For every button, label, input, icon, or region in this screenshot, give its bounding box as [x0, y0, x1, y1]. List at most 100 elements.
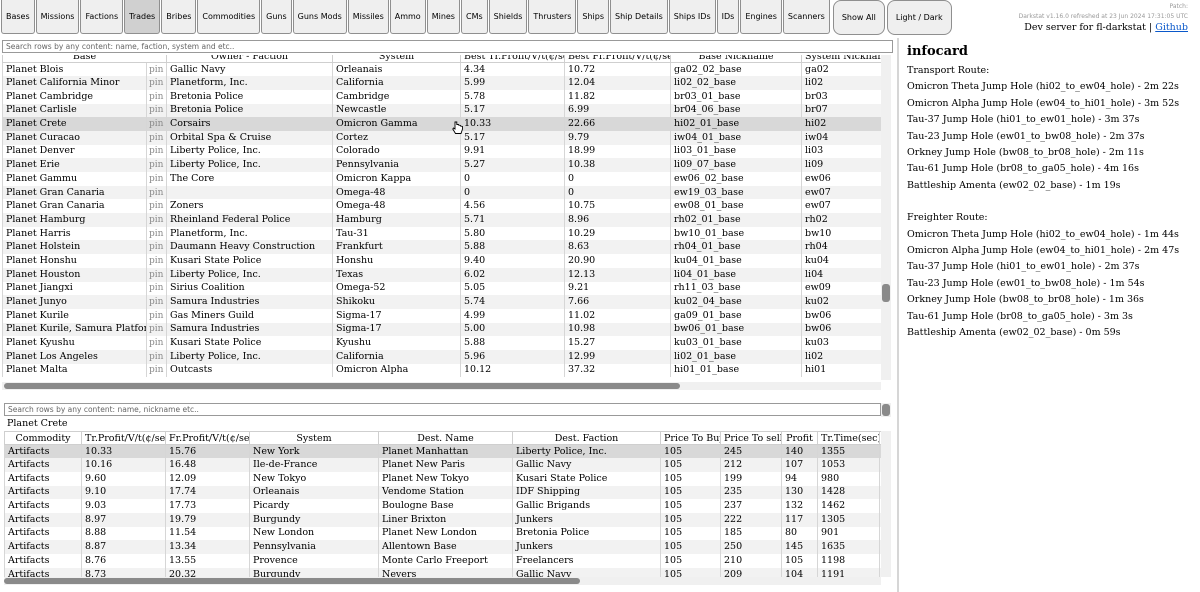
base-row[interactable]: Planet Jiangxi pin Sirius Coalition Omega-5… — [2, 281, 881, 296]
trade-row[interactable]: Artifacts 10.33 15.76 New York Planet Manhat… — [4, 444, 881, 459]
pin-button[interactable]: pin — [146, 281, 167, 296]
base-row[interactable]: Planet California Minor pin Planetform, In… — [2, 76, 881, 90]
base-row[interactable]: Planet Kurile, Samura Platform pin Samura … — [2, 322, 881, 337]
base-row[interactable]: Planet Junyo pin Samura Industries Shikoku 5… — [2, 295, 881, 309]
bases-col-header[interactable]: Best Fr.Profit/V/t(¢/sec) — [564, 55, 671, 63]
nav-button-scanners[interactable]: Scanners — [782, 0, 830, 34]
bases-horizontal-scrollbar[interactable] — [2, 382, 881, 390]
pin-button[interactable]: pin — [146, 199, 167, 214]
trades-col-header[interactable]: Dest. Faction — [512, 431, 661, 445]
trades-col-header[interactable]: Tr.Time(sec). — [817, 431, 880, 445]
pin-button[interactable]: pin — [146, 308, 167, 323]
base-row[interactable]: Planet Kurile pin Gas Miners Guild Sigma-17… — [2, 308, 881, 323]
nav-button-ships[interactable]: Ships — [577, 0, 610, 34]
pin-button[interactable]: pin — [146, 213, 167, 227]
trade-row[interactable]: Artifacts 9.10 17.74 Orleanais Vendome Stati… — [4, 485, 881, 500]
nav-button-shields[interactable]: Shields — [488, 0, 528, 34]
nav-button-commodities[interactable]: Commodities — [197, 0, 261, 34]
base-row[interactable]: Planet Cambridge pin Bretonia Police Cambri… — [2, 89, 881, 104]
pin-button[interactable]: pin — [146, 226, 167, 241]
base-row[interactable]: Planet Gran Canaria pin Omega-48 0 0 ew19_03_… — [2, 185, 881, 200]
nav-button-missiles[interactable]: Missiles — [347, 0, 389, 34]
trades-col-header[interactable]: Commodity — [4, 431, 82, 445]
bases-col-header[interactable]: System Nickname — [801, 55, 881, 63]
trade-row[interactable]: Artifacts 10.16 16.48 Ile-de-France Planet N… — [4, 458, 881, 472]
base-row[interactable]: Planet Gran Canaria pin Zoners Omega-48 4.56… — [2, 199, 881, 214]
trade-row[interactable]: Artifacts 8.76 13.55 Provence Monte Carlo Fr… — [4, 554, 881, 568]
pin-button[interactable]: pin — [146, 130, 167, 145]
trade-row[interactable]: Artifacts 8.73 20.32 Burgundy Nevers Gallic N… — [4, 567, 881, 577]
trades-vertical-scrollbar[interactable] — [881, 431, 891, 577]
pin-button[interactable]: pin — [146, 240, 167, 255]
pin-button[interactable]: pin — [146, 89, 167, 104]
trade-row[interactable]: Artifacts 8.97 19.79 Burgundy Liner Brixton J… — [4, 512, 881, 527]
trades-search-input[interactable] — [4, 403, 881, 416]
pin-button[interactable]: pin — [146, 76, 167, 90]
pin-button[interactable]: pin — [146, 363, 167, 378]
bases-hscroll-thumb[interactable] — [4, 383, 680, 389]
pin-button[interactable]: pin — [146, 322, 167, 337]
nav-button-missions[interactable]: Missions — [35, 0, 80, 34]
pin-button[interactable]: pin — [146, 62, 167, 77]
base-row[interactable]: Planet Carlisle pin Bretonia Police Newcast… — [2, 103, 881, 118]
base-row[interactable]: Planet Blois pin Gallic Navy Orleanais 4.34 1… — [2, 62, 881, 77]
trades-col-header[interactable]: Fr.Profit/V/t(¢/sec) — [165, 431, 250, 445]
base-row[interactable]: Planet Kyushu pin Kusari State Police Kyush… — [2, 336, 881, 350]
bases-col-header[interactable]: System — [332, 55, 461, 63]
trade-row[interactable]: Artifacts 9.60 12.09 New Tokyo Planet New To… — [4, 471, 881, 486]
nav-button-factions[interactable]: Factions — [80, 0, 124, 34]
trades-col-header[interactable]: Price To Buy — [660, 431, 721, 445]
nav-button-engines[interactable]: Engines — [740, 0, 782, 34]
pin-button[interactable]: pin — [146, 144, 167, 159]
github-link[interactable]: Github — [1155, 22, 1188, 33]
pin-button[interactable]: pin — [146, 349, 167, 364]
nav-button-guns[interactable]: Guns — [261, 0, 292, 34]
trade-row[interactable]: Artifacts 8.87 13.34 Pennsylvania Allentown … — [4, 540, 881, 554]
nav-button-bases[interactable]: Bases — [1, 0, 35, 34]
base-row[interactable]: Planet Houston pin Liberty Police, Inc. Tex… — [2, 267, 881, 282]
show-all-button[interactable]: Show All — [832, 0, 885, 35]
pin-button[interactable]: pin — [146, 117, 167, 131]
pin-button[interactable]: pin — [146, 254, 167, 268]
nav-button-mines[interactable]: Mines — [426, 0, 460, 34]
pin-button[interactable]: pin — [146, 158, 167, 172]
bases-col-header[interactable]: Base — [2, 55, 167, 63]
base-row[interactable]: Planet Los Angeles pin Liberty Police, Inc… — [2, 349, 881, 364]
bases-col-header[interactable]: Best Tr.Profit/V/t(¢/sec) — [460, 55, 565, 63]
bases-col-header[interactable]: Base Nickname — [670, 55, 802, 63]
trades-horizontal-scrollbar[interactable] — [4, 577, 881, 585]
base-row[interactable]: Planet Malta pin Outcasts Omicron Alpha 10.1… — [2, 363, 881, 378]
nav-button-ship-details[interactable]: Ship Details — [610, 0, 668, 34]
bases-search-input[interactable] — [2, 40, 893, 53]
trade-row[interactable]: Artifacts 9.03 17.73 Picardy Boulogne Base Ga… — [4, 499, 881, 513]
pin-button[interactable]: pin — [146, 185, 167, 200]
trades-col-header[interactable]: Price To sell — [720, 431, 782, 445]
nav-button-ammo[interactable]: Ammo — [389, 0, 426, 34]
trades-col-header[interactable]: Profit — [781, 431, 818, 445]
trades-hscroll-thumb[interactable] — [4, 578, 580, 584]
nav-button-thrusters[interactable]: Thrusters — [528, 0, 577, 34]
trade-row[interactable]: Artifacts 8.88 11.54 New London Planet New L… — [4, 526, 881, 541]
nav-button-bribes[interactable]: Bribes — [161, 0, 197, 34]
nav-button-ids[interactable]: IDs — [716, 0, 740, 34]
base-row[interactable]: Planet Hamburg pin Rheinland Federal Polic… — [2, 213, 881, 227]
base-row[interactable]: Planet Curacao pin Orbital Spa & Cruise Cor… — [2, 130, 881, 145]
base-row[interactable]: Planet Denver pin Liberty Police, Inc. Colo… — [2, 144, 881, 159]
trades-top-scrollbar[interactable] — [881, 403, 891, 417]
nav-button-trades[interactable]: Trades — [124, 0, 161, 34]
base-row[interactable]: Planet Honshu pin Kusari State Police Honsh… — [2, 254, 881, 268]
bases-col-header[interactable]: Owner - Faction — [166, 55, 333, 63]
nav-button-guns-mods[interactable]: Guns Mods — [292, 0, 347, 34]
pin-button[interactable]: pin — [146, 336, 167, 350]
bases-vertical-scrollbar[interactable] — [881, 55, 891, 380]
base-row[interactable]: Planet Harris pin Planetform, Inc. Tau-31 5.… — [2, 226, 881, 241]
pin-button[interactable]: pin — [146, 267, 167, 282]
base-row[interactable]: Planet Holstein pin Daumann Heavy Construc… — [2, 240, 881, 255]
trades-col-header[interactable]: Dest. Name — [378, 431, 513, 445]
trades-col-header[interactable]: System — [249, 431, 379, 445]
nav-button-cms[interactable]: CMs — [460, 0, 488, 34]
nav-button-ships-ids[interactable]: Ships IDs — [668, 0, 716, 34]
trades-col-header[interactable]: Tr.Profit/V/t(¢/sec) — [81, 431, 166, 445]
trades-top-scroll-thumb[interactable] — [882, 404, 890, 416]
base-row[interactable]: Planet Gammu pin The Core Omicron Kappa 0 0 ew… — [2, 172, 881, 186]
